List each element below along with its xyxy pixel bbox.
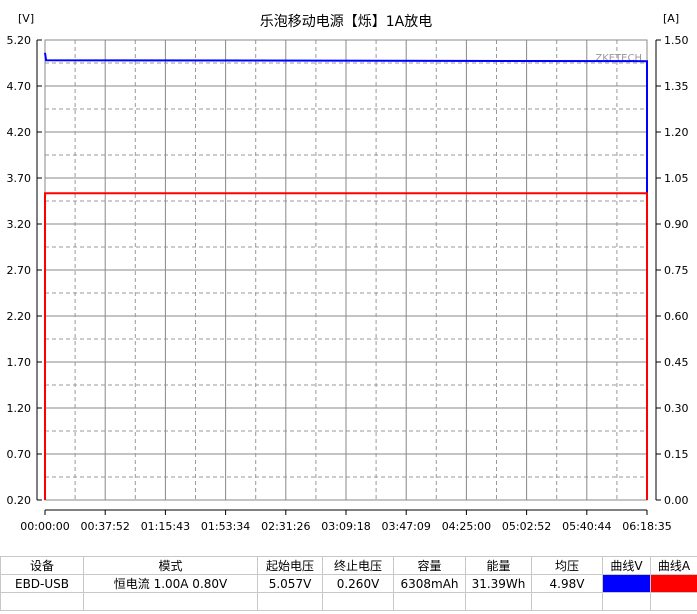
empty-cell <box>531 592 603 611</box>
header-avg-voltage: 均压 <box>531 556 603 575</box>
curve-a-color-swatch[interactable] <box>650 574 697 593</box>
header-capacity: 容量 <box>393 556 466 575</box>
header-energy: 能量 <box>465 556 532 575</box>
empty-cell <box>83 592 258 611</box>
right-tick-label: 1.35 <box>664 80 689 93</box>
header-end-voltage: 终止电压 <box>322 556 394 575</box>
discharge-chart-window: 乐泡移动电源【烁】1A放电 [V] [A] ZKETECH 5.20 1.50 4.… <box>0 0 697 614</box>
x-tick-label: 00:00:00 <box>20 520 69 533</box>
header-mode: 模式 <box>83 556 258 575</box>
empty-cell <box>257 592 323 611</box>
left-tick-label: 1.70 <box>7 356 32 369</box>
watermark: ZKETECH <box>595 53 642 64</box>
cell-avg-voltage: 4.98V <box>531 574 603 593</box>
result-table: 设备 模式 起始电压 终止电压 容量 能量 均压 曲线V 曲线A EBD-USB… <box>0 556 697 611</box>
right-tick-label: 0.15 <box>664 448 689 461</box>
right-tick-label: 1.50 <box>664 34 689 47</box>
x-tick-label: 06:18:35 <box>622 520 671 533</box>
left-axis-unit: [V] <box>18 12 34 25</box>
right-axis-unit: [A] <box>663 12 679 25</box>
x-tick-label: 01:15:43 <box>141 520 190 533</box>
x-tick-label: 05:40:44 <box>562 520 611 533</box>
left-tick-label: 0.20 <box>7 494 32 507</box>
empty-cell <box>465 592 532 611</box>
left-tick-label: 3.20 <box>7 218 32 231</box>
table-row[interactable]: EBD-USB 恒电流 1.00A 0.80V 5.057V 0.260V 63… <box>0 574 697 593</box>
right-tick-label: 1.05 <box>664 172 689 185</box>
discharge-chart: 乐泡移动电源【烁】1A放电 [V] [A] ZKETECH 5.20 1.50 4.… <box>7 12 689 533</box>
x-tick-label: 03:47:09 <box>381 520 430 533</box>
left-tick-label: 2.70 <box>7 264 32 277</box>
cell-end-voltage: 0.260V <box>322 574 394 593</box>
empty-cell <box>322 592 394 611</box>
curve-v-color-swatch[interactable] <box>602 574 651 593</box>
left-tick-label: 4.70 <box>7 80 32 93</box>
left-tick-label: 2.20 <box>7 310 32 323</box>
cell-device: EBD-USB <box>0 574 84 593</box>
table-row-empty <box>0 592 697 611</box>
empty-cell <box>393 592 466 611</box>
right-tick-label: 0.90 <box>664 218 689 231</box>
right-tick-label: 0.00 <box>664 494 689 507</box>
x-tick-label: 00:37:52 <box>80 520 129 533</box>
right-tick-label: 1.20 <box>664 126 689 139</box>
cell-mode: 恒电流 1.00A 0.80V <box>83 574 258 593</box>
header-curve-v: 曲线V <box>602 556 651 575</box>
cell-capacity: 6308mAh <box>393 574 466 593</box>
empty-cell <box>0 592 84 611</box>
empty-cell <box>650 592 697 611</box>
x-tick-label: 05:02:52 <box>502 520 551 533</box>
cell-start-voltage: 5.057V <box>257 574 323 593</box>
right-tick-label: 0.75 <box>664 264 689 277</box>
left-tick-label: 3.70 <box>7 172 32 185</box>
left-tick-label: 4.20 <box>7 126 32 139</box>
empty-cell <box>602 592 651 611</box>
x-tick-label: 02:31:26 <box>261 520 310 533</box>
right-tick-label: 0.45 <box>664 356 689 369</box>
x-tick-label: 01:53:34 <box>201 520 250 533</box>
x-tick-label: 04:25:00 <box>442 520 491 533</box>
left-tick-label: 1.20 <box>7 402 32 415</box>
left-tick-label: 5.20 <box>7 34 32 47</box>
header-device: 设备 <box>0 556 84 575</box>
x-tick-label: 03:09:18 <box>321 520 370 533</box>
left-tick-label: 0.70 <box>7 448 32 461</box>
header-start-voltage: 起始电压 <box>257 556 323 575</box>
right-tick-label: 0.60 <box>664 310 689 323</box>
right-tick-label: 0.30 <box>664 402 689 415</box>
chart-title: 乐泡移动电源【烁】1A放电 <box>260 14 432 30</box>
header-curve-a: 曲线A <box>650 556 697 575</box>
cell-energy: 31.39Wh <box>465 574 532 593</box>
table-header-row: 设备 模式 起始电压 终止电压 容量 能量 均压 曲线V 曲线A <box>0 556 697 575</box>
